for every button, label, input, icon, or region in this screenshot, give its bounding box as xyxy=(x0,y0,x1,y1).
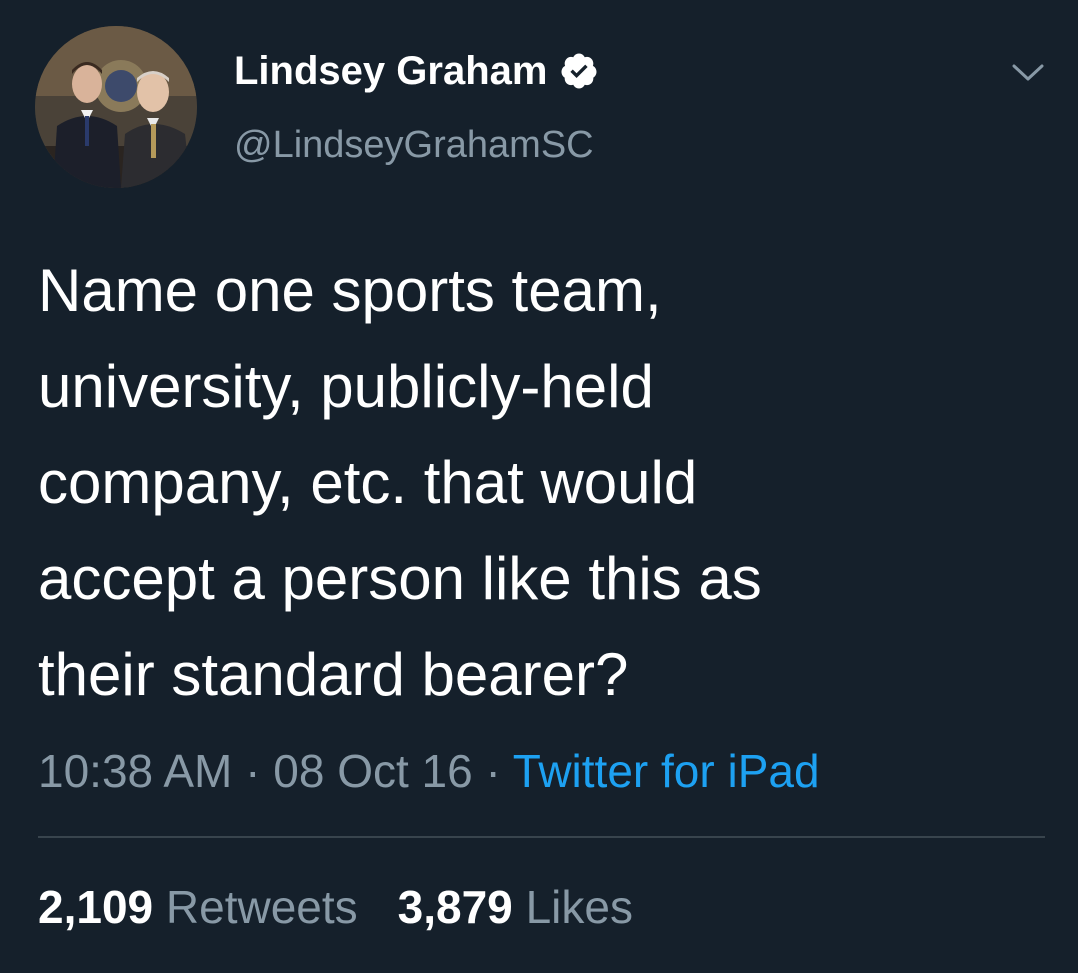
author-display-name[interactable]: Lindsey Graham xyxy=(234,49,547,94)
likes-count: 3,879 xyxy=(397,881,513,933)
divider xyxy=(38,836,1045,838)
retweets-stat[interactable]: 2,109 Retweets xyxy=(38,881,358,933)
retweets-label: Retweets xyxy=(165,881,358,933)
retweets-count: 2,109 xyxy=(38,881,154,933)
likes-stat[interactable]: 3,879 Likes xyxy=(398,881,633,933)
meta-separator: · xyxy=(245,745,261,797)
tweet-source-link[interactable]: Twitter for iPad xyxy=(513,745,820,797)
meta-separator: · xyxy=(485,745,501,797)
tweet-card: Lindsey Graham @LindseyGrahamSC Name one… xyxy=(0,0,1078,973)
tweet-time[interactable]: 10:38 AM xyxy=(38,745,232,797)
chevron-down-icon[interactable] xyxy=(1010,58,1046,86)
likes-label: Likes xyxy=(525,881,633,933)
tweet-text: Name one sports team, university, public… xyxy=(38,257,762,708)
author-name-row[interactable]: Lindsey Graham xyxy=(234,44,599,98)
tweet-meta: 10:38 AM · 08 Oct 16 · Twitter for iPad xyxy=(38,744,820,798)
profile-photo-icon xyxy=(35,26,197,188)
avatar[interactable] xyxy=(35,26,197,188)
verified-badge-icon xyxy=(559,51,599,91)
author-handle[interactable]: @LindseyGrahamSC xyxy=(234,124,594,167)
tweet-stats: 2,109 Retweets 3,879 Likes xyxy=(38,880,633,934)
tweet-date[interactable]: 08 Oct 16 xyxy=(273,745,472,797)
